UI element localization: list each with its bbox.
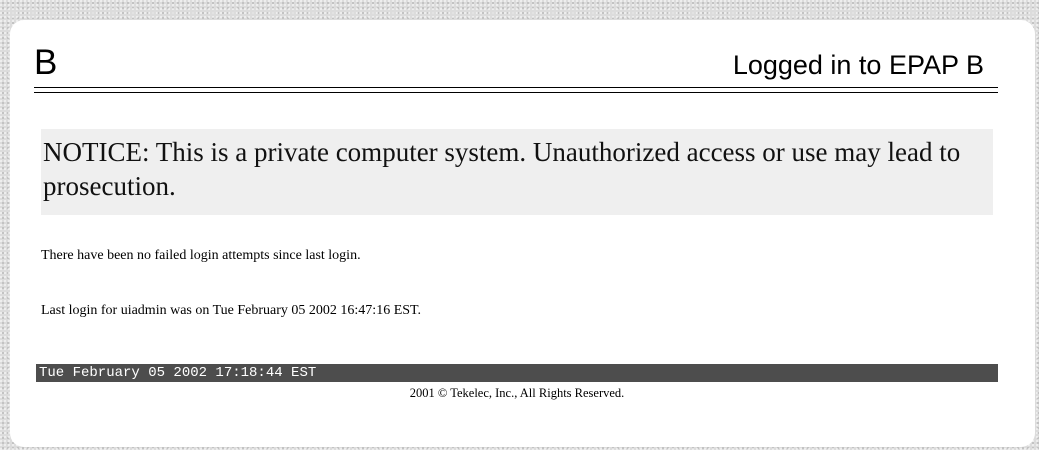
page-title: Logged in to EPAP B [732,50,984,80]
main-panel: B Logged in to EPAP B NOTICE: This is a … [10,20,1035,447]
status-bar-datetime: Tue February 05 2002 17:18:44 EST [36,364,998,382]
header-divider-bottom [34,92,998,93]
copyright-footer: 2001 © Tekelec, Inc., All Rights Reserve… [409,386,625,400]
header-divider-top [34,87,998,88]
failed-login-message: There have been no failed login attempts… [41,248,361,263]
page-header: B Logged in to EPAP B [34,43,998,98]
epap-identifier: B [34,43,58,82]
last-login-message: Last login for uiadmin was on Tue Februa… [41,303,422,318]
security-notice: NOTICE: This is a private computer syste… [41,129,993,215]
